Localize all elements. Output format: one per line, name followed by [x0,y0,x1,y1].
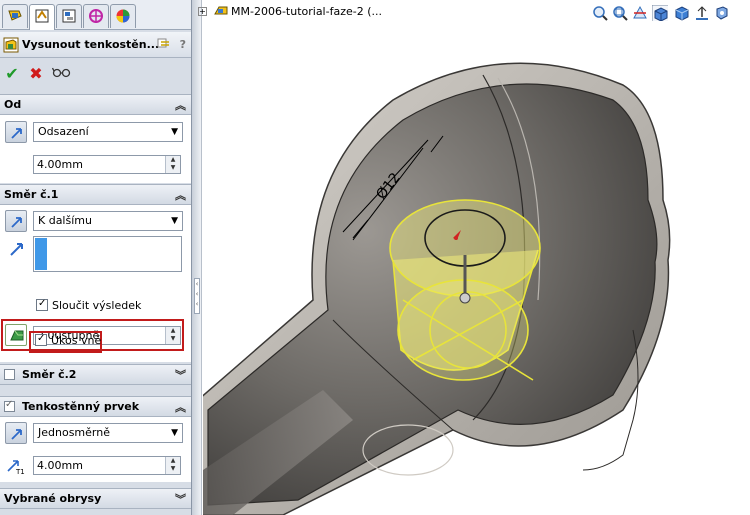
checkbox-checked-icon [35,332,47,346]
dropdown-arrow-icon: ▼ [171,428,178,438]
thin-type-select[interactable]: Jednosměrně ▼ [33,423,183,443]
direction-selection-box[interactable] [33,236,182,272]
feature-tree-icon [8,10,22,21]
thin-feature-checkbox[interactable] [4,399,15,412]
start-condition-select[interactable]: Odsazení ▼ [33,122,183,142]
zoom-to-area-icon[interactable] [612,5,628,21]
group-direction-2: Směr č.2 ︾ [0,364,191,385]
draft-outward-label: Úkos vně [51,334,102,347]
offset-distance-value: 4.00mm [37,158,83,171]
display-manager-icon [116,9,130,23]
tab-dimxpert[interactable] [83,4,109,28]
property-manager-title: Vysunout tenkostěn... [22,38,160,51]
dropdown-arrow-icon: ▼ [171,216,178,226]
reverse-direction-icon [11,429,22,440]
dropdown-arrow-icon: ▼ [171,127,178,137]
help-button[interactable]: ? [180,38,186,51]
group-from: Od ︽ Odsazení ▼ 4.00mm ▲ ▼ [0,94,191,183]
draft-outward-checkbox[interactable]: Úkos vně [35,332,102,350]
group-selected-contours-title: Vybrané obrysy [4,492,102,505]
end-condition-button[interactable] [5,210,27,232]
selection-indicator [35,238,47,270]
group-from-header[interactable]: Od ︽ [0,95,191,115]
group-thin-feature-header[interactable]: Tenkostěnný prvek ︽ [0,397,191,417]
group-from-title: Od [4,98,22,111]
offset-distance-input[interactable]: 4.00mm ▲ ▼ [33,155,181,174]
group-thin-feature: Tenkostěnný prvek ︽ Jednosměrně ▼ T1 4.0… [0,396,191,482]
property-manager-icon [35,9,49,23]
display-style-icon[interactable] [674,5,690,21]
configuration-icon [62,9,76,23]
heads-up-view-toolbar [592,5,742,23]
group-thin-feature-title: Tenkostěnný prvek [22,400,140,413]
tab-display-manager[interactable] [110,4,136,28]
merge-result-label: Sloučit výsledek [52,299,142,312]
manager-tabs [0,0,191,30]
model-canvas[interactable]: Ø12 [203,0,750,515]
draft-icon [10,330,24,341]
thickness-input[interactable]: 4.00mm ▲ ▼ [33,456,181,475]
property-manager-panel: Vysunout tenkostěn... ? ✔ ✖ Od ︽ Odsazen… [0,0,192,515]
group-direction-2-title: Směr č.2 [22,368,77,381]
property-manager-header: Vysunout tenkostěn... ? [0,32,191,58]
expand-tree-icon[interactable]: + [198,7,207,16]
group-selected-contours: Vybrané obrysy ︾ [0,488,191,509]
panel-splitter[interactable]: ‹ ‹ ‹ [192,0,202,515]
merge-result-checkbox[interactable]: Sloučit výsledek [36,297,142,315]
expand-chevron-icon[interactable]: ︾ [175,491,186,507]
thin-type-button[interactable] [5,422,27,444]
draft-toggle-button[interactable] [5,324,27,346]
thickness-value: 4.00mm [37,459,83,472]
collapse-chevron-icon[interactable]: ︽ [175,97,186,113]
collapse-chevron-icon[interactable]: ︽ [175,187,186,203]
group-direction-2-header[interactable]: Směr č.2 ︾ [0,365,191,385]
end-condition-select[interactable]: K dalšímu ▼ [33,211,183,231]
offset-arrow-icon [11,128,22,139]
group-selected-contours-header[interactable]: Vybrané obrysy ︾ [0,489,191,509]
part-icon [213,6,227,15]
document-title: MM-2006-tutorial-faze-2 (... [231,5,382,18]
section-view-icon[interactable] [632,5,648,21]
group-direction-1-header[interactable]: Směr č.1 ︽ [0,185,191,205]
group-from-body: Odsazení ▼ 4.00mm ▲ ▼ [0,115,191,183]
tab-feature-manager[interactable] [2,4,28,28]
direction-arrow-icon[interactable] [9,241,25,257]
cancel-button[interactable]: ✖ [26,64,46,84]
preview-button[interactable] [51,64,72,84]
tab-property-manager[interactable] [29,4,55,30]
thin-type-value: Jednosměrně [38,426,110,439]
edit-appearance-icon[interactable] [714,5,730,21]
spin-buttons[interactable]: ▲ ▼ [165,156,180,173]
direction-2-checkbox[interactable] [4,369,15,380]
action-bar: ✔ ✖ [0,60,191,88]
glasses-icon [51,67,71,78]
graphics-viewport[interactable]: Ø12 [203,0,750,515]
spin-buttons[interactable]: ▲ ▼ [165,457,180,474]
view-orientation-icon[interactable] [652,5,668,21]
thickness-t1-label: T1 [16,468,25,476]
start-condition-button[interactable] [5,121,27,143]
extrude-thin-icon [3,37,19,53]
spin-buttons[interactable]: ▲ ▼ [165,327,180,344]
end-condition-icon [11,217,22,228]
group-direction-1-title: Směr č.1 [4,188,59,201]
end-condition-value: K dalšímu [38,214,92,227]
splitter-grip-icon[interactable]: ‹ ‹ ‹ [194,278,200,314]
dimxpert-icon [89,9,103,23]
expand-chevron-icon[interactable]: ︾ [175,367,186,383]
checkbox-checked-icon [36,297,48,311]
feature-tree-flyout[interactable]: + MM-2006-tutorial-faze-2 (... [198,4,382,20]
tab-configuration-manager[interactable] [56,4,82,28]
start-condition-value: Odsazení [38,125,89,138]
options-icon[interactable] [156,37,170,51]
group-thin-feature-body: Jednosměrně ▼ T1 4.00mm ▲ ▼ [0,417,191,482]
collapse-chevron-icon[interactable]: ︽ [175,399,186,415]
hide-show-items-icon[interactable] [694,5,710,21]
ok-button[interactable]: ✔ [2,64,22,84]
zoom-to-fit-icon[interactable] [592,5,608,21]
